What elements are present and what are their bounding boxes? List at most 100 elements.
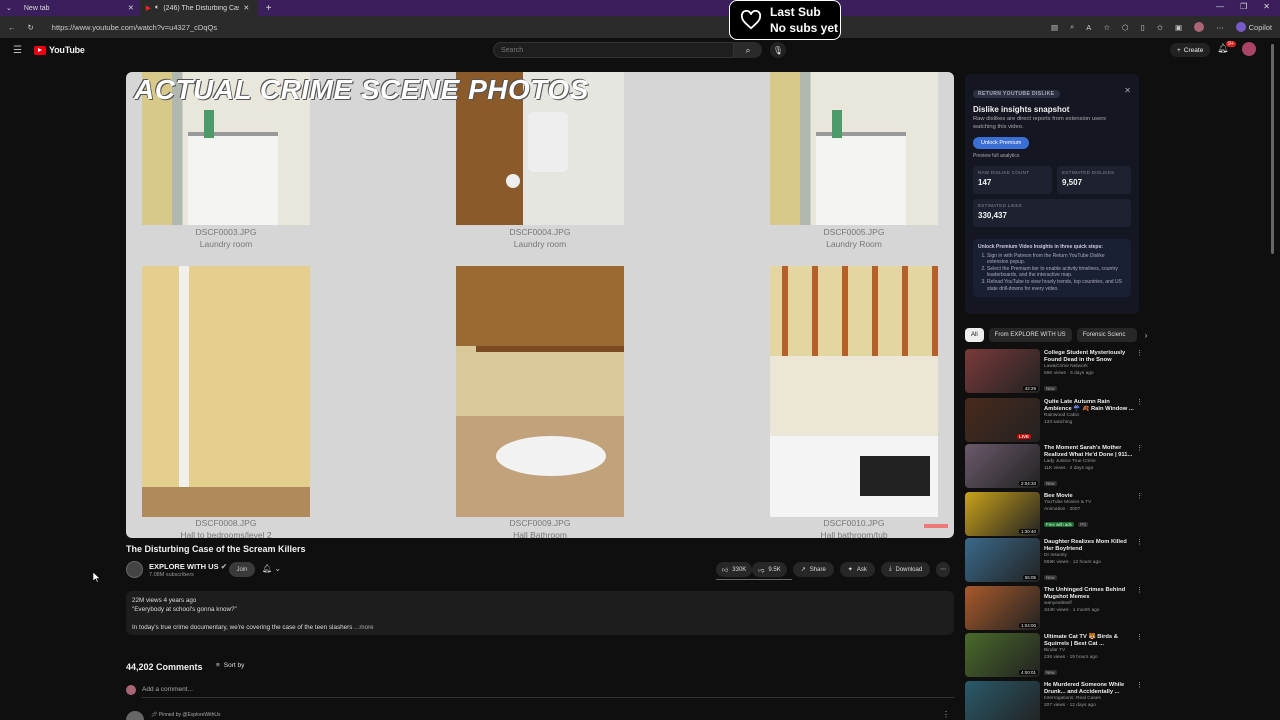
recommendation-item[interactable]: 55:05 Daughter Realizes Mom Killed Her Bo… xyxy=(965,538,1145,582)
refresh-icon[interactable]: ↻ xyxy=(28,23,34,32)
sort-by-button[interactable]: ≡ Sort by xyxy=(216,662,244,669)
more-vert-icon[interactable]: ⋮ xyxy=(1136,492,1143,500)
step-item: Sign in with Patreon from the Return You… xyxy=(987,253,1126,266)
profile-avatar[interactable] xyxy=(1194,22,1205,32)
maximize-icon[interactable]: ❐ xyxy=(1240,2,1247,11)
recommendation-title[interactable]: The Moment Sarah's Mother Realized What … xyxy=(1044,445,1136,459)
tab-menu-icon[interactable]: ⌄ xyxy=(0,4,18,12)
tab-close-icon[interactable]: ✕ xyxy=(128,4,134,12)
create-button[interactable]: + Create xyxy=(1170,43,1211,57)
recommendation-item[interactable]: 42:29 College Student Mysteriously Found … xyxy=(965,349,1145,393)
more-actions-button[interactable]: ⋯ xyxy=(936,562,951,577)
create-label: Create xyxy=(1183,46,1204,54)
recommendation-item[interactable]: 1:04:00 The Unhinged Crimes Behind Mugsho… xyxy=(965,586,1145,630)
recommendation-title[interactable]: Quite Late Autumn Rain Ambience ☔ 🍂 Rain… xyxy=(1044,399,1136,413)
recommendation-title[interactable]: Bee Movie xyxy=(1044,493,1136,500)
recommendation-item[interactable]: LIVE Quite Late Autumn Rain Ambience ☔ 🍂 … xyxy=(965,398,1145,442)
favorites-bar-icon[interactable]: ✩ xyxy=(1157,23,1163,32)
more-vert-icon[interactable]: ⋮ xyxy=(1136,444,1143,452)
voice-search-button[interactable]: 🎙︎ xyxy=(770,42,786,58)
recommendation-title[interactable]: College Student Mysteriously Found Dead … xyxy=(1044,350,1136,364)
sort-label: Sort by xyxy=(223,662,245,669)
video-thumbnail[interactable] xyxy=(965,681,1040,720)
sub-badge-line2: No subs yet xyxy=(770,21,839,35)
favorite-icon[interactable]: ☆ xyxy=(1103,23,1110,32)
channel-avatar[interactable] xyxy=(126,561,143,578)
youtube-logo[interactable]: YouTube xyxy=(33,45,85,55)
user-avatar[interactable] xyxy=(1242,42,1256,56)
channel-watermark[interactable] xyxy=(924,524,948,528)
zoom-icon[interactable]: ⌕ xyxy=(1070,22,1074,32)
tab-close-icon[interactable]: ✕ xyxy=(243,4,249,12)
chip-from-channel[interactable]: From EXPLORE WITH US xyxy=(988,328,1072,342)
close-window-icon[interactable]: ✕ xyxy=(1263,2,1270,11)
collections-icon[interactable]: ▣ xyxy=(1175,23,1182,32)
recommendation-badge: Free with ads xyxy=(1044,522,1074,527)
tab-new[interactable]: New tab xyxy=(18,0,128,16)
commenter-avatar[interactable] xyxy=(126,711,144,720)
chevron-right-icon[interactable]: › xyxy=(1145,331,1148,340)
join-button[interactable]: Join xyxy=(229,562,255,577)
tab-youtube[interactable]: ▶ 🔈︎ (246) The Disturbing Case of ✕ xyxy=(139,0,258,16)
more-vert-icon[interactable]: ⋮ xyxy=(1136,681,1143,689)
search-button[interactable]: ⌕ xyxy=(734,42,762,58)
photo-filename: DSCF0003.JPG xyxy=(195,227,257,237)
share-label: Share xyxy=(809,566,826,573)
photo-caption: DSCF0010.JPG Hall bathroom/tub xyxy=(770,517,938,538)
recommendation-title[interactable]: He Murdered Someone While Drunk... and A… xyxy=(1044,682,1136,696)
split-screen-icon[interactable]: ▯ xyxy=(1141,23,1145,32)
read-aloud-icon[interactable]: A xyxy=(1086,23,1091,32)
more-vert-icon[interactable]: ⋮ xyxy=(1136,586,1143,594)
back-icon[interactable]: ← xyxy=(8,23,16,32)
menu-icon[interactable]: ☰ xyxy=(13,45,22,56)
subscribed-bell-button[interactable]: 🔔︎ ⌄ xyxy=(262,564,281,573)
close-icon[interactable]: ✕ xyxy=(1124,86,1131,95)
channel-name[interactable]: EXPLORE WITH US ✔︎ xyxy=(149,562,227,571)
video-player[interactable]: DSCF0003.JPG Laundry room DSCF0004.JPG Lau… xyxy=(126,72,954,538)
add-comment-input[interactable]: Add a comment... xyxy=(142,686,193,693)
ask-label: Ask xyxy=(856,566,867,573)
more-link[interactable]: ...more xyxy=(354,624,374,631)
comment-menu-icon[interactable]: ⋮ xyxy=(942,710,950,719)
chip-all[interactable]: All xyxy=(965,328,984,342)
recommendation-meta: 207 views · 12 days ago xyxy=(1044,702,1096,708)
scrollbar[interactable] xyxy=(1271,44,1274,254)
more-vert-icon[interactable]: ⋮ xyxy=(1136,538,1143,546)
minimize-icon[interactable]: — xyxy=(1216,2,1224,11)
estimated-likes-value: 330,437 xyxy=(978,211,1007,220)
more-icon[interactable]: ⋯ xyxy=(1216,23,1224,32)
more-vert-icon[interactable]: ⋮ xyxy=(1136,633,1143,641)
recommendation-title[interactable]: Daughter Realizes Mom Killed Her Boyfrie… xyxy=(1044,539,1136,553)
description-box[interactable]: 22M views 4 years ago "Everybody at scho… xyxy=(126,591,954,635)
reader-icon[interactable]: ▤ xyxy=(1051,23,1058,32)
ask-button[interactable]: ✦ Ask xyxy=(839,562,875,577)
preview-analytics-link[interactable]: Preview full analytics xyxy=(973,153,1131,159)
panel-tag: RETURN YOUTUBE DISLIKE xyxy=(973,90,1060,98)
recommendation-meta: 56K views · 5 days ago xyxy=(1044,370,1094,376)
chip-forensic-science[interactable]: Forensic Scienc xyxy=(1076,328,1137,342)
like-button[interactable]: 👍︎ 330K xyxy=(716,562,753,577)
recommendation-title[interactable]: Ultimate Cat TV 🐯 Birds & Squirrels | Be… xyxy=(1044,634,1136,648)
recommendation-title[interactable]: The Unhinged Crimes Behind Mugshot Memes xyxy=(1044,587,1136,601)
share-button[interactable]: ↗ Share xyxy=(792,562,834,577)
unlock-premium-button[interactable]: Unlock Premium xyxy=(973,137,1030,149)
dislike-button[interactable]: 👎︎ 9.5K xyxy=(752,562,787,577)
address-bar[interactable]: https://www.youtube.com/watch?v=u4327_cD… xyxy=(52,23,1051,32)
copilot-button[interactable]: Copilot xyxy=(1235,22,1272,32)
new-tab-icon[interactable]: + xyxy=(258,3,280,14)
more-vert-icon[interactable]: ⋮ xyxy=(1136,398,1143,406)
extension-icon[interactable]: ⬡ xyxy=(1122,23,1129,32)
recommendation-item[interactable]: 1:30:40 Bee Movie YouTube Movies & TV Anima… xyxy=(965,492,1145,536)
heart-icon xyxy=(740,10,762,30)
audio-icon[interactable]: 🔈︎ xyxy=(155,4,159,12)
more-vert-icon[interactable]: ⋮ xyxy=(1136,349,1143,357)
search-input[interactable]: Search xyxy=(493,42,734,58)
bell-icon: 🔔︎ xyxy=(262,564,273,573)
recommendation-item[interactable]: He Murdered Someone While Drunk... and A… xyxy=(965,681,1145,720)
recommendation-item[interactable]: 4:00:01 Ultimate Cat TV 🐯 Birds & Squirre… xyxy=(965,633,1145,677)
recommendation-item[interactable]: 2:04:33 The Moment Sarah's Mother Realize… xyxy=(965,444,1145,488)
youtube-play-icon xyxy=(33,45,46,55)
photo-filename: DSCF0004.JPG xyxy=(509,227,571,237)
photo-label: Hall to bedrooms/level 2 xyxy=(180,530,272,538)
download-button[interactable]: ⤓ Download xyxy=(880,562,931,577)
